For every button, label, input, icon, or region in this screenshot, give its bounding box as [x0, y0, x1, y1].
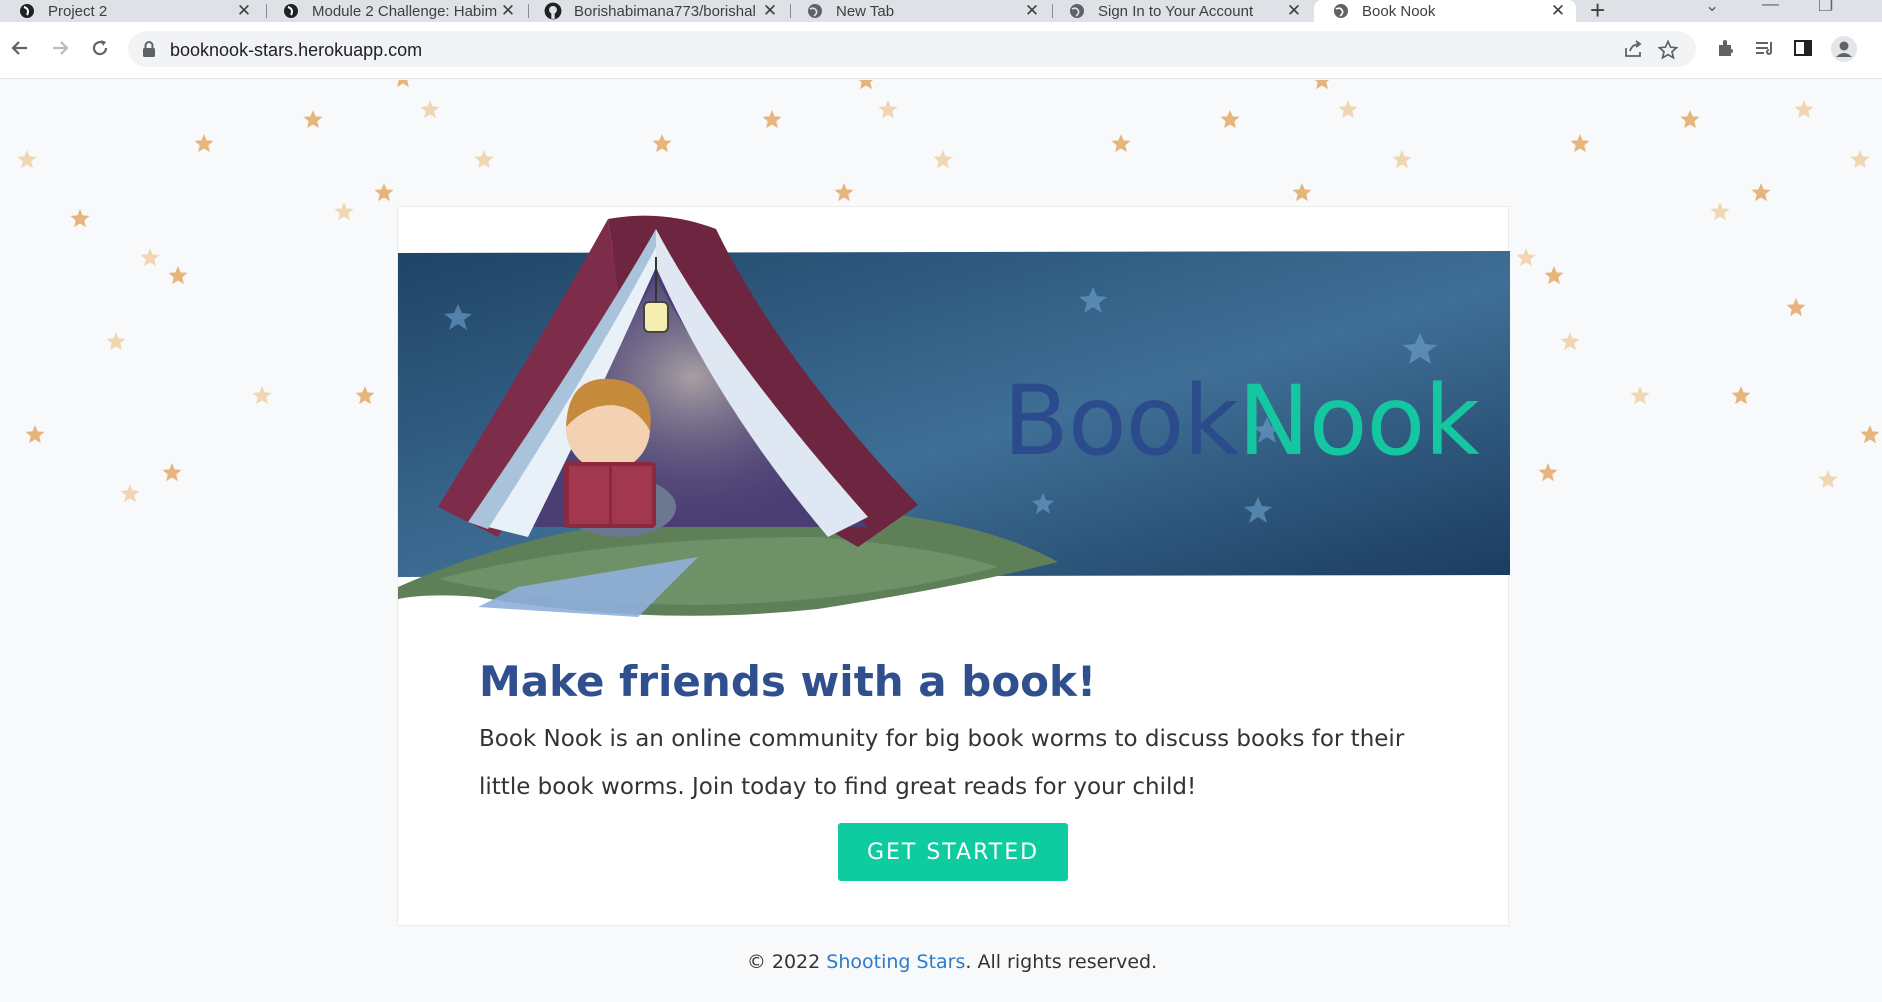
- star-icon: [120, 484, 140, 503]
- star-icon: [25, 425, 45, 444]
- tab-title: Module 2 Challenge: Habim: [312, 2, 498, 20]
- brand-book: Book: [1003, 365, 1239, 477]
- star-icon: [1860, 425, 1880, 444]
- star-icon: [106, 332, 126, 351]
- star-icon: [1710, 202, 1730, 221]
- page-headline: Make friends with a book!: [479, 657, 1097, 706]
- url-text: booknook-stars.herokuapp.com: [170, 40, 423, 60]
- tab-project-2[interactable]: Project 2 ✕: [0, 0, 262, 22]
- welcome-card: BookNook Make friends with a book! Book …: [397, 206, 1510, 926]
- star-icon: [420, 100, 440, 119]
- star-icon: [1751, 183, 1771, 202]
- restore-icon[interactable]: ❐: [1818, 0, 1833, 16]
- star-icon: [168, 266, 188, 285]
- tab-close-icon[interactable]: ✕: [760, 1, 780, 21]
- tab-close-icon[interactable]: ✕: [1022, 1, 1042, 21]
- page-body: BookNook Make friends with a book! Book …: [0, 80, 1882, 1002]
- bookmark-star-icon[interactable]: [1657, 39, 1679, 65]
- github-icon: [544, 2, 562, 20]
- tab-close-icon[interactable]: ✕: [1284, 1, 1304, 21]
- side-panel-icon[interactable]: [1793, 38, 1813, 63]
- tab-title: Sign In to Your Account: [1098, 2, 1254, 20]
- footer-rights: . All rights reserved.: [965, 951, 1158, 973]
- tab-github[interactable]: Borishabimana773/borishal ✕: [526, 0, 788, 22]
- share-icon[interactable]: [1624, 40, 1644, 63]
- intro-description: Book Nook is an online community for big…: [479, 726, 1405, 800]
- star-icon: [1731, 386, 1751, 405]
- globe-icon: [806, 2, 824, 20]
- star-icon: [252, 386, 272, 405]
- tab-close-icon[interactable]: ✕: [234, 1, 254, 21]
- star-icon: [762, 110, 782, 129]
- star-icon: [1392, 150, 1412, 169]
- star-icon: [1220, 110, 1240, 129]
- star-icon: [933, 150, 953, 169]
- tab-close-icon[interactable]: ✕: [1548, 1, 1568, 21]
- star-icon: [1850, 150, 1870, 169]
- forward-icon[interactable]: [46, 34, 74, 62]
- star-icon: [1818, 470, 1838, 489]
- star-icon: [1538, 463, 1558, 482]
- brand-logo: BookNook: [1003, 365, 1480, 477]
- star-icon: [397, 80, 409, 88]
- tab-search-icon[interactable]: ⌄: [1705, 0, 1719, 16]
- figma-icon: [282, 2, 300, 20]
- tab-strip: Project 2 ✕ Module 2 Challenge: Habim ✕ …: [0, 0, 1882, 23]
- get-started-button[interactable]: GET STARTED: [838, 823, 1068, 881]
- star-icon: [374, 183, 394, 202]
- star-icon: [1786, 298, 1806, 317]
- brand-nook: Nook: [1237, 365, 1480, 477]
- tab-close-icon[interactable]: ✕: [498, 1, 518, 21]
- star-icon: [1630, 386, 1650, 405]
- star-icon: [1680, 110, 1700, 129]
- star-icon: [140, 248, 160, 267]
- tab-title: Book Nook: [1362, 2, 1436, 20]
- star-icon: [1560, 332, 1580, 351]
- address-bar[interactable]: booknook-stars.herokuapp.com: [128, 31, 1696, 67]
- reload-icon[interactable]: [86, 34, 114, 62]
- star-icon: [1314, 80, 1330, 90]
- star-icon: [878, 100, 898, 119]
- tab-sign-in[interactable]: Sign In to Your Account ✕: [1050, 0, 1312, 22]
- tab-title: Borishabimana773/borishal: [574, 2, 756, 20]
- extensions-icon[interactable]: [1716, 38, 1736, 63]
- globe-icon: [1332, 2, 1350, 20]
- new-tab-button[interactable]: +: [1590, 0, 1605, 23]
- star-icon: [652, 134, 672, 153]
- star-icon: [1794, 100, 1814, 119]
- reading-list-icon[interactable]: [1754, 38, 1776, 63]
- globe-icon: [1068, 2, 1086, 20]
- profile-avatar-icon[interactable]: [1830, 35, 1858, 68]
- figma-icon: [18, 2, 36, 20]
- star-icon: [355, 386, 375, 405]
- star-icon: [1338, 100, 1358, 119]
- star-icon: [303, 110, 323, 129]
- star-icon: [1544, 266, 1564, 285]
- star-icon: [1292, 183, 1312, 202]
- star-icon: [70, 209, 90, 228]
- star-icon: [194, 134, 214, 153]
- star-icon: [834, 183, 854, 202]
- tab-new-tab[interactable]: New Tab ✕: [788, 0, 1050, 22]
- browser-toolbar: booknook-stars.herokuapp.com: [0, 22, 1882, 79]
- star-icon: [17, 150, 37, 169]
- star-icon: [858, 80, 874, 90]
- tab-title: Project 2: [48, 2, 108, 20]
- back-icon[interactable]: [6, 34, 34, 62]
- minimize-icon[interactable]: —: [1762, 0, 1779, 14]
- footer-shooting-stars-link[interactable]: Shooting Stars: [826, 951, 965, 973]
- footer-copyright: © 2022: [746, 951, 827, 973]
- star-icon: [334, 202, 354, 221]
- lock-icon[interactable]: [142, 40, 156, 63]
- tab-book-nook[interactable]: Book Nook ✕: [1314, 0, 1576, 22]
- tab-module-2[interactable]: Module 2 Challenge: Habim ✕: [264, 0, 526, 22]
- tab-title: New Tab: [836, 2, 895, 20]
- footer: © 2022 Shooting Stars. All rights reserv…: [0, 951, 1882, 973]
- star-icon: [1516, 248, 1536, 267]
- star-icon: [474, 150, 494, 169]
- star-icon: [1111, 134, 1131, 153]
- star-icon: [1570, 134, 1590, 153]
- star-icon: [162, 463, 182, 482]
